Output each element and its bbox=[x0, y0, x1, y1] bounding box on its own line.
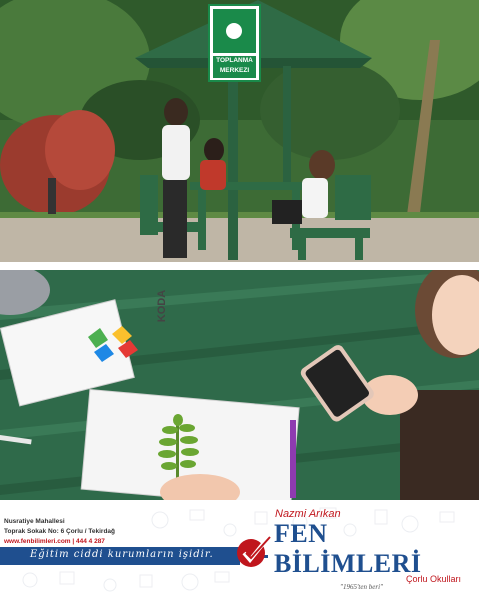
brand-city: Çorlu Okulları bbox=[406, 574, 462, 584]
address-line-2: Toprak Sokak No: 6 Çorlu / Tekirdağ bbox=[4, 528, 116, 535]
sign-line-2: MERKEZI bbox=[219, 67, 250, 74]
brand-name: FEN BİLİMLERİ bbox=[274, 519, 422, 578]
table-closeup-photo: KODA bbox=[0, 270, 479, 500]
slogan-text: Eğitim ciddi kurumların işidir. bbox=[30, 549, 214, 560]
website-phone-line[interactable]: www.fenbilimleri.com | 444 4 287 bbox=[4, 538, 105, 545]
gazebo-photo: TOPLANMA MERKEZI bbox=[0, 0, 479, 262]
sign-line-1: TOPLANMA bbox=[216, 57, 253, 64]
table-closeup-scene bbox=[0, 270, 479, 500]
assembly-point-sign: TOPLANMA MERKEZI bbox=[213, 56, 256, 78]
brand-since: "1965'ten beri" bbox=[340, 583, 383, 591]
photo-divider bbox=[0, 262, 479, 270]
brand-check-logo bbox=[237, 533, 272, 567]
address-line-1: Nusratiye Mahallesi bbox=[4, 518, 65, 525]
gazebo-scene bbox=[0, 0, 479, 262]
notebook-brand: KODA bbox=[156, 289, 169, 323]
